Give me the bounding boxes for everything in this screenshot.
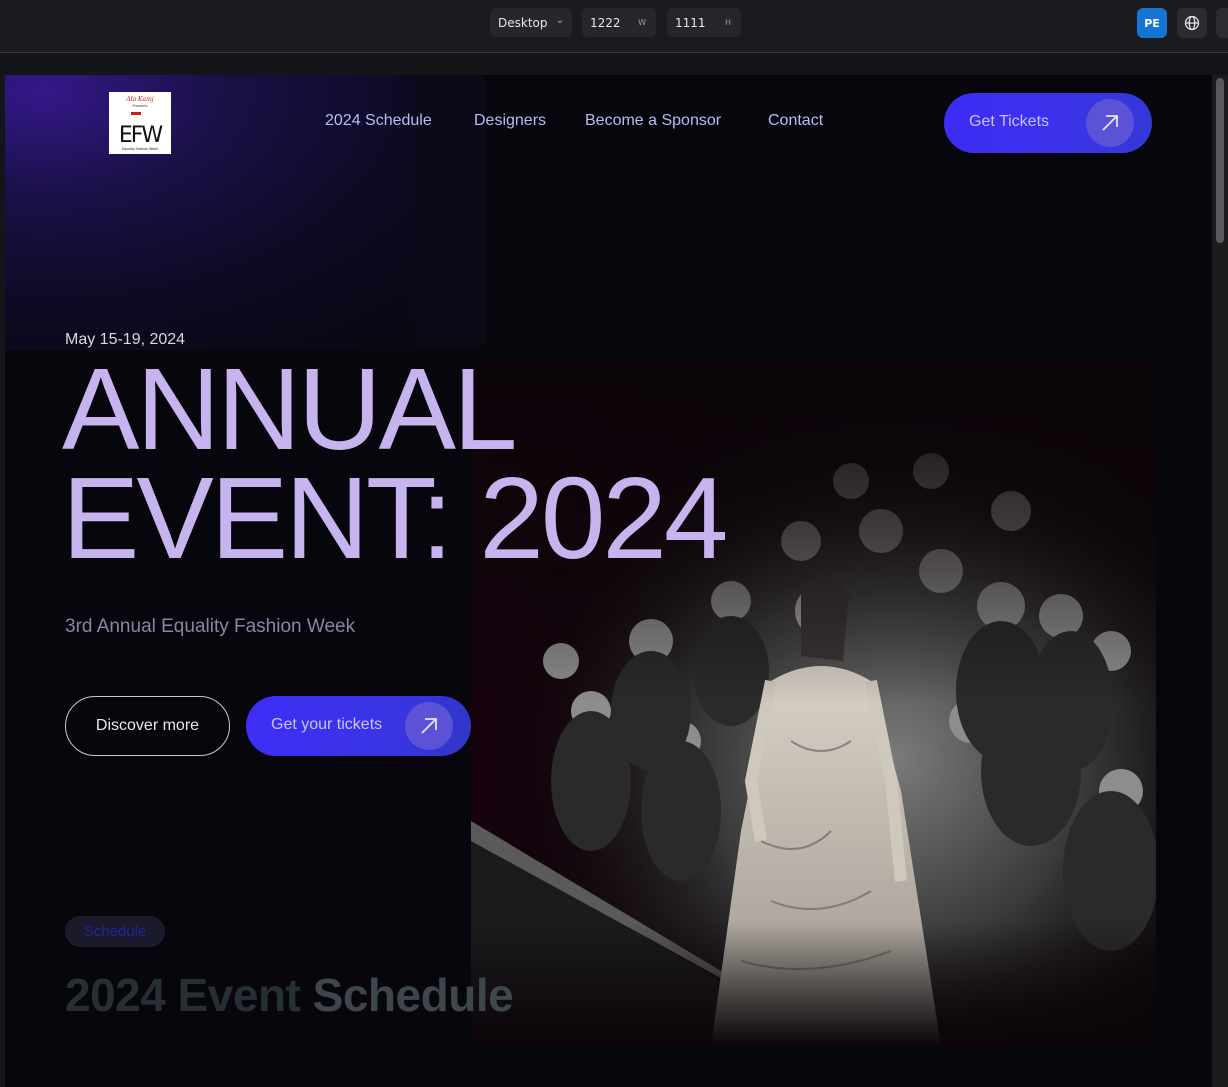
chevron-down-icon: ⌄ <box>555 15 564 26</box>
logo-caption: Equality Fashion Week <box>122 147 158 151</box>
width-field[interactable]: 1222 W <box>582 8 656 37</box>
width-value: 1222 <box>590 15 621 30</box>
device-label: Desktop <box>498 15 548 30</box>
hero-title: ANNUAL EVENT: 2024 <box>62 351 728 576</box>
nav-sponsor-link[interactable]: Become a Sponsor <box>585 112 721 130</box>
schedule-chip: Schedule <box>65 916 165 947</box>
width-unit: W <box>638 18 646 27</box>
hero-subtitle: 3rd Annual Equality Fashion Week <box>65 616 356 637</box>
globe-icon[interactable] <box>1177 8 1207 38</box>
get-your-tickets-button[interactable]: Get your tickets <box>246 696 471 756</box>
device-select[interactable]: Desktop ⌄ <box>490 8 572 37</box>
arrow-up-right-icon <box>405 702 453 750</box>
toolbar-more-button[interactable] <box>1216 8 1228 38</box>
scrollbar-thumb[interactable] <box>1216 78 1224 243</box>
arrow-up-right-icon <box>1086 99 1134 147</box>
schedule-heading-part2: Schedule <box>312 969 514 1021</box>
get-tickets-label: Get Tickets <box>969 113 1050 130</box>
logo-sub-text: Presents <box>133 104 148 108</box>
preview-scrollbar[interactable] <box>1212 75 1228 1087</box>
logo-letters: EFW <box>119 123 164 148</box>
editor-toolbar: Desktop ⌄ 1222 W 1111 H PE <box>0 0 1228 53</box>
nav-contact-link[interactable]: Contact <box>768 112 823 130</box>
schedule-heading-part1: 2024 Event <box>65 969 313 1021</box>
discover-more-button[interactable]: Discover more <box>65 696 230 756</box>
nav-schedule-link[interactable]: 2024 Schedule <box>325 112 432 130</box>
height-value: 1111 <box>675 15 706 30</box>
site-preview: Ala Kamj Presents EFW Equality Fashion W… <box>5 75 1212 1087</box>
hero-title-line2: EVENT: 2024 <box>62 453 728 583</box>
site-logo[interactable]: Ala Kamj Presents EFW Equality Fashion W… <box>109 92 171 154</box>
height-unit: H <box>724 18 731 27</box>
get-your-tickets-label: Get your tickets <box>271 716 383 733</box>
user-avatar[interactable]: PE <box>1137 8 1167 38</box>
get-tickets-button[interactable]: Get Tickets <box>944 93 1152 153</box>
height-field[interactable]: 1111 H <box>667 8 741 37</box>
logo-script-text: Ala Kamj <box>125 96 153 103</box>
nav-designers-link[interactable]: Designers <box>474 112 546 130</box>
schedule-heading: 2024 Event Schedule <box>65 968 514 1022</box>
